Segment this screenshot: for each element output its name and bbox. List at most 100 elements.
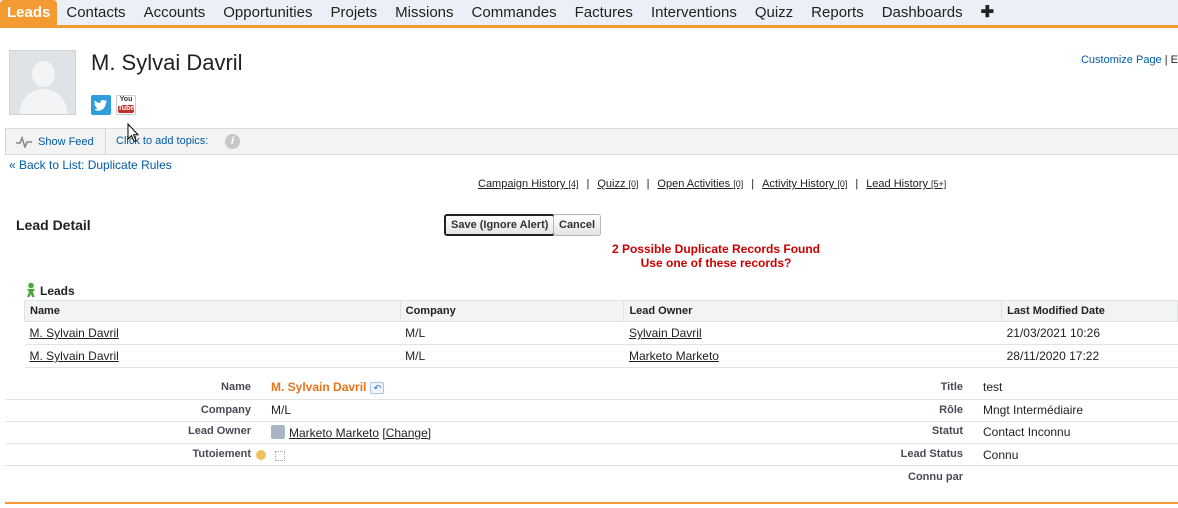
help-icon[interactable] — [256, 450, 266, 460]
tab-missions[interactable]: Missions — [386, 0, 462, 25]
table-row: M. Sylvain Davril M/L Marketo Marketo 28… — [24, 344, 1178, 368]
field-value-lead-owner: Marketo Marketo [Change] — [271, 425, 431, 440]
youtube-icon[interactable]: You Tube — [116, 95, 136, 115]
link-separator: | — [646, 178, 650, 190]
link-separator: | — [855, 178, 859, 190]
section-title: Lead Detail — [16, 217, 91, 233]
related-link-count: [0] — [628, 179, 639, 189]
customize-separator: | E — [1161, 54, 1178, 66]
tab-projets[interactable]: Projets — [321, 0, 386, 25]
related-link-label: Open Activities — [657, 178, 731, 190]
tab-factures[interactable]: Factures — [566, 0, 642, 25]
field-label-name: Name — [221, 381, 251, 393]
mouse-cursor-icon — [127, 123, 139, 143]
lead-name-value: M. Sylvain Davril — [271, 380, 367, 394]
show-feed-label: Show Feed — [38, 135, 94, 148]
show-feed-button[interactable]: Show Feed — [5, 129, 106, 154]
add-tab-button[interactable]: ✚ — [972, 0, 1003, 25]
column-header-lead-owner[interactable]: Lead Owner — [623, 300, 1003, 322]
youtube-icon-bottom: Tube — [118, 105, 135, 113]
save-ignore-alert-button[interactable]: Save (Ignore Alert) — [444, 214, 556, 236]
cancel-button[interactable]: Cancel — [553, 214, 602, 236]
field-label-tutoiement: Tutoiement — [150, 448, 251, 460]
customize-page-link[interactable]: Customize Page — [1081, 54, 1162, 66]
leads-table-title: Leads — [40, 284, 75, 298]
field-value-title: test — [983, 380, 1003, 394]
user-icon — [271, 425, 285, 439]
related-link-label: Lead History — [866, 178, 928, 190]
tab-interventions[interactable]: Interventions — [642, 0, 746, 25]
field-label-connu-par: Connu par — [908, 471, 963, 483]
lead-name-link[interactable]: M. Sylvain Davril — [30, 349, 119, 363]
column-header-company[interactable]: Company — [399, 300, 625, 322]
lead-owner-link[interactable]: Sylvain Davril — [629, 326, 702, 340]
related-link-campaign-history[interactable]: Campaign History [4] — [478, 178, 579, 190]
tab-quizz[interactable]: Quizz — [746, 0, 802, 25]
field-label-company: Company — [200, 404, 251, 416]
tab-leads[interactable]: Leads — [0, 0, 58, 25]
link-separator: | — [586, 178, 590, 190]
avatar-body-shape — [20, 89, 67, 114]
duplicate-alert-line1: 2 Possible Duplicate Records Found — [611, 242, 821, 256]
field-value-lead-status: Connu — [983, 448, 1019, 462]
field-label-lead-owner: Lead Owner — [188, 425, 251, 437]
related-link-label: Campaign History — [478, 178, 566, 190]
twitter-icon[interactable] — [91, 95, 111, 115]
pulse-icon — [16, 135, 32, 148]
tutoiement-checkbox — [275, 451, 285, 461]
lead-person-icon — [27, 282, 35, 297]
undo-icon[interactable]: ↶ — [370, 381, 385, 394]
duplicate-alert: 2 Possible Duplicate Records Found Use o… — [560, 242, 872, 270]
tab-opportunities[interactable]: Opportunities — [214, 0, 321, 25]
duplicate-leads-table: Name Company Lead Owner Last Modified Da… — [24, 300, 1178, 368]
related-link-lead-history[interactable]: Lead History [5+] — [866, 178, 946, 190]
field-label-statut: Statut — [931, 425, 963, 437]
related-link-label: Activity History — [762, 178, 835, 190]
tab-bar: Leads Contacts Accounts Opportunities Projet… — [0, 0, 1178, 28]
tab-dashboards[interactable]: Dashboards — [873, 0, 972, 25]
field-label-title: Title — [940, 381, 963, 393]
field-value-company: M/L — [271, 403, 292, 417]
table-cell: Marketo Marketo — [623, 344, 1002, 368]
section-divider — [5, 502, 1178, 504]
table-cell: 21/03/2021 10:26 — [1001, 321, 1178, 345]
tab-commandes[interactable]: Commandes — [463, 0, 566, 25]
related-link-count: [0] — [733, 179, 744, 189]
tab-reports[interactable]: Reports — [802, 0, 873, 25]
lead-owner-value-link[interactable]: Marketo Marketo — [289, 426, 379, 440]
change-owner-link[interactable]: [Change] — [382, 426, 431, 440]
field-label-lead-status: Lead Status — [900, 448, 963, 460]
field-value-statut: Contact Inconnu — [983, 425, 1071, 439]
avatar — [9, 50, 76, 115]
link-separator: | — [751, 178, 755, 190]
feed-bar: Show Feed Click to add topics: i — [5, 128, 1178, 155]
table-cell: 28/11/2020 17:22 — [1001, 344, 1178, 368]
youtube-icon-top: You — [119, 96, 133, 103]
record-title: M. Sylvai Davril — [91, 50, 243, 75]
tutoiement-label-text: Tutoiement — [192, 448, 251, 460]
duplicate-alert-line2: Use one of these records? — [640, 256, 792, 270]
leads-table-header: Leads — [24, 282, 75, 298]
lead-name-link[interactable]: M. Sylvain Davril — [30, 326, 119, 340]
field-value-name: M. Sylvain Davril ↶ — [271, 380, 385, 394]
related-list-links: Campaign History [4] | Quizz [0] | Open Acti… — [478, 178, 946, 190]
lead-owner-link[interactable]: Marketo Marketo — [629, 349, 719, 363]
related-link-count: [5+] — [931, 179, 947, 189]
column-header-name[interactable]: Name — [24, 300, 401, 322]
related-link-activity-history[interactable]: Activity History [0] — [762, 178, 847, 190]
avatar-head-shape — [32, 61, 55, 87]
related-link-open-activities[interactable]: Open Activities [0] — [657, 178, 743, 190]
field-value-role: Mngt Intermédiaire — [983, 403, 1084, 417]
back-to-list-link[interactable]: « Back to List: Duplicate Rules — [9, 158, 172, 172]
table-cell: M/L — [400, 344, 624, 368]
column-header-last-modified[interactable]: Last Modified Date — [1001, 300, 1178, 322]
tab-accounts[interactable]: Accounts — [135, 0, 215, 25]
related-link-count: [4] — [568, 179, 579, 189]
info-icon[interactable]: i — [225, 134, 240, 149]
tab-contacts[interactable]: Contacts — [57, 0, 134, 25]
related-link-count: [0] — [837, 179, 848, 189]
table-cell: M. Sylvain Davril — [24, 344, 401, 368]
field-label-role: Rôle — [939, 404, 963, 416]
related-link-quizz[interactable]: Quizz [0] — [597, 178, 638, 190]
table-header-row: Name Company Lead Owner Last Modified Da… — [24, 300, 1178, 322]
